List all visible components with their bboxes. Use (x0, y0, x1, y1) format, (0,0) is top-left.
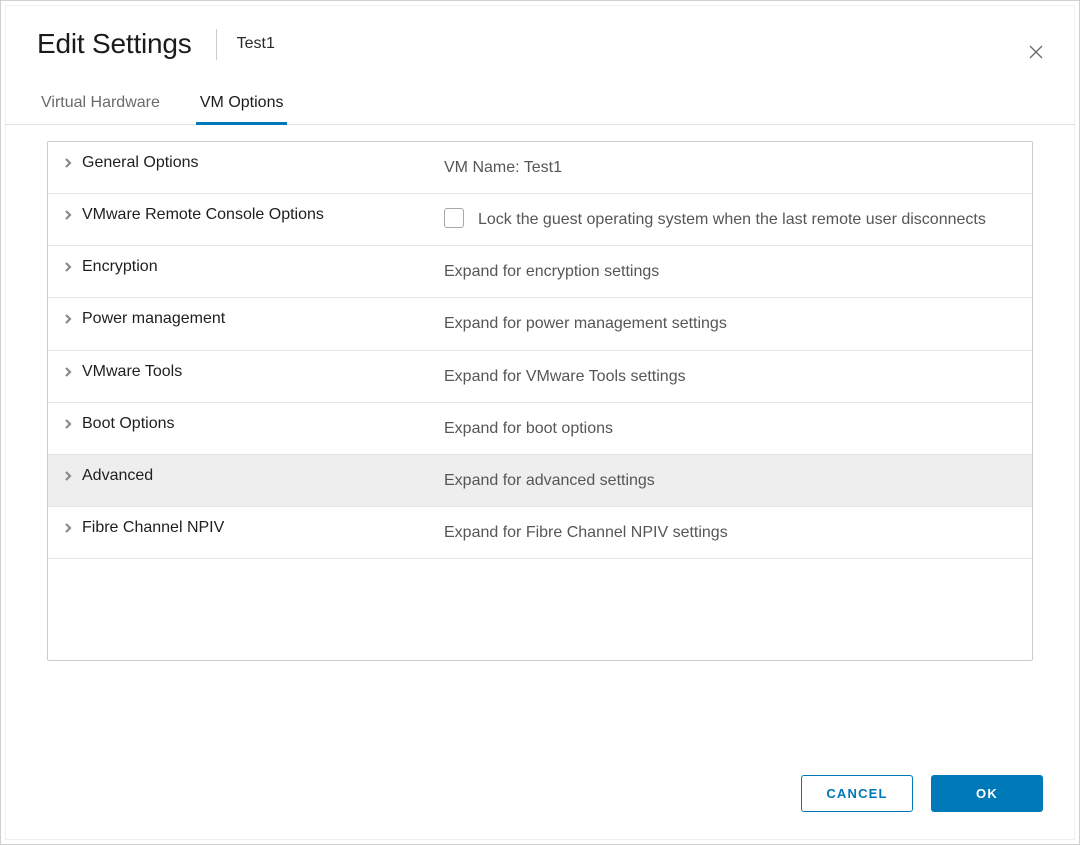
lock-guest-checkbox-label: Lock the guest operating system when the… (478, 206, 986, 233)
row-value-text: Expand for VMware Tools settings (444, 363, 686, 390)
row-label: Power management (78, 310, 444, 328)
row-value-text: Expand for encryption settings (444, 258, 659, 285)
row-fibre-channel-npiv[interactable]: Fibre Channel NPIV Expand for Fibre Chan… (48, 507, 1032, 559)
edit-settings-dialog: Edit Settings Test1 Virtual Hardware VM … (5, 5, 1075, 840)
row-value: Expand for Fibre Channel NPIV settings (444, 519, 1014, 546)
close-icon (1027, 43, 1045, 61)
expand-toggle[interactable] (58, 471, 78, 481)
row-label: VMware Remote Console Options (78, 206, 444, 224)
row-advanced[interactable]: Advanced Expand for advanced settings (48, 455, 1032, 507)
chevron-right-icon (63, 471, 73, 481)
tab-vm-options[interactable]: VM Options (196, 84, 288, 124)
expand-toggle[interactable] (58, 262, 78, 272)
row-value-text: VM Name: Test1 (444, 154, 562, 181)
row-value: VM Name: Test1 (444, 154, 1014, 181)
chevron-right-icon (63, 367, 73, 377)
chevron-right-icon (63, 262, 73, 272)
row-power-management[interactable]: Power management Expand for power manage… (48, 298, 1032, 350)
dialog-header: Edit Settings Test1 (5, 5, 1075, 72)
expand-toggle[interactable] (58, 419, 78, 429)
expand-toggle[interactable] (58, 158, 78, 168)
settings-panel: General Options VM Name: Test1 VMware Re… (47, 141, 1033, 661)
tab-virtual-hardware[interactable]: Virtual Hardware (37, 84, 164, 124)
row-value: Expand for advanced settings (444, 467, 1014, 494)
expand-toggle[interactable] (58, 367, 78, 377)
chevron-right-icon (63, 419, 73, 429)
row-label: Advanced (78, 467, 444, 485)
expand-toggle[interactable] (58, 523, 78, 533)
close-button[interactable] (1025, 41, 1047, 63)
row-vmware-tools[interactable]: VMware Tools Expand for VMware Tools set… (48, 351, 1032, 403)
row-value-text: Expand for power management settings (444, 310, 727, 337)
dialog-footer: CANCEL OK (5, 755, 1075, 840)
expand-toggle[interactable] (58, 210, 78, 220)
row-label: Fibre Channel NPIV (78, 519, 444, 537)
row-label: Encryption (78, 258, 444, 276)
chevron-right-icon (63, 523, 73, 533)
row-remote-console-options[interactable]: VMware Remote Console Options Lock the g… (48, 194, 1032, 246)
row-label: Boot Options (78, 415, 444, 433)
chevron-right-icon (63, 314, 73, 324)
expand-toggle[interactable] (58, 314, 78, 324)
row-general-options[interactable]: General Options VM Name: Test1 (48, 142, 1032, 194)
lock-guest-checkbox[interactable] (444, 208, 464, 228)
row-value: Expand for encryption settings (444, 258, 1014, 285)
chevron-right-icon (63, 158, 73, 168)
row-value-text: Expand for Fibre Channel NPIV settings (444, 519, 728, 546)
cancel-button[interactable]: CANCEL (801, 775, 913, 812)
row-encryption[interactable]: Encryption Expand for encryption setting… (48, 246, 1032, 298)
row-label: VMware Tools (78, 363, 444, 381)
ok-button[interactable]: OK (931, 775, 1043, 812)
row-value-text: Expand for boot options (444, 415, 613, 442)
row-value: Expand for boot options (444, 415, 1014, 442)
dialog-subtitle: Test1 (217, 35, 275, 53)
row-value: Expand for power management settings (444, 310, 1014, 337)
row-value-text: Expand for advanced settings (444, 467, 655, 494)
row-boot-options[interactable]: Boot Options Expand for boot options (48, 403, 1032, 455)
row-label: General Options (78, 154, 444, 172)
row-value: Expand for VMware Tools settings (444, 363, 1014, 390)
chevron-right-icon (63, 210, 73, 220)
dialog-body: General Options VM Name: Test1 VMware Re… (5, 125, 1075, 755)
row-value: Lock the guest operating system when the… (444, 206, 1014, 233)
tabs: Virtual Hardware VM Options (5, 84, 1075, 125)
dialog-title: Edit Settings (37, 29, 217, 60)
